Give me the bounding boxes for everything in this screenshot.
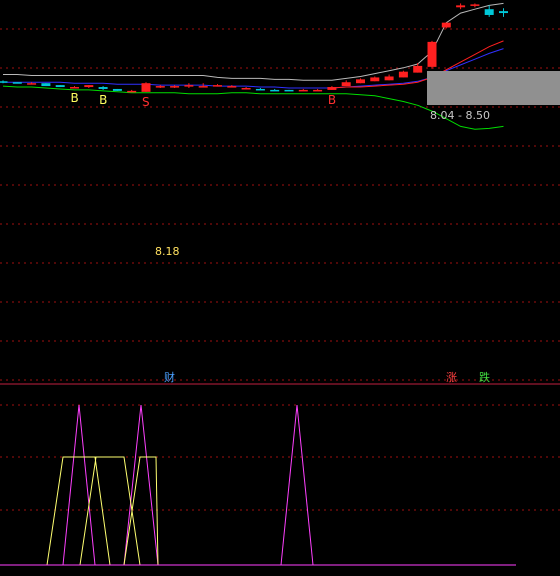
candle-body <box>213 85 222 87</box>
candle-body <box>456 5 466 8</box>
candle-body <box>298 89 308 92</box>
candle-body <box>427 41 437 67</box>
candle-body <box>356 79 365 84</box>
signal-mark: B <box>328 93 336 107</box>
signal-mark: B <box>99 93 107 107</box>
candle-body <box>84 85 94 88</box>
candle-body <box>0 81 8 83</box>
indicator-plateau <box>46 456 111 566</box>
candle-body <box>184 85 194 87</box>
candle-body <box>255 88 265 91</box>
candle-body <box>413 65 423 73</box>
candle-body <box>241 88 251 90</box>
indicator-plateau <box>123 456 159 566</box>
price-range-box <box>427 71 560 105</box>
price-range-label: 8.04 - 8.50 <box>430 109 490 122</box>
signal-mark: B <box>71 91 79 105</box>
candle-body <box>170 86 180 88</box>
kline-chart-window: B B S B 8.04 - 8.50 财 涨 跌 8.18 <box>0 0 560 572</box>
candle-body <box>12 82 22 84</box>
candle-body <box>270 89 280 92</box>
candle-body <box>70 87 79 89</box>
candle-body <box>327 87 337 90</box>
candle-body <box>27 83 37 85</box>
candle-body <box>470 4 480 6</box>
candle-body <box>198 86 208 88</box>
candle-body <box>313 89 323 92</box>
candle-body <box>112 88 122 91</box>
price-chart[interactable]: B B S B 8.04 - 8.50 财 涨 跌 8.18 <box>0 0 560 572</box>
candle-body <box>41 83 51 87</box>
cai-label[interactable]: 财 <box>164 370 175 384</box>
candle-body <box>141 83 151 92</box>
indicator-spike <box>62 404 96 566</box>
candle-body <box>227 86 237 88</box>
indicator-panel <box>0 404 516 566</box>
boll-upper-line <box>3 2 504 81</box>
zhang-label[interactable]: 涨 <box>446 371 457 384</box>
candle-body <box>341 82 351 87</box>
candle-body <box>155 86 165 88</box>
candle-body <box>370 77 380 82</box>
candle-body <box>441 22 451 28</box>
candle-body <box>484 9 494 15</box>
candle-body <box>98 87 108 89</box>
candle-body <box>384 76 394 81</box>
signal-mark: S <box>142 95 150 109</box>
indicator-spike <box>280 404 314 566</box>
indicator-plateau <box>79 456 141 566</box>
pointer-value: 8.18 <box>155 245 180 258</box>
candle-body <box>55 85 65 88</box>
candle-body <box>127 90 137 93</box>
candle-body <box>398 71 408 78</box>
candle-body <box>499 11 508 14</box>
indicator-spike <box>123 404 159 566</box>
candle-body <box>284 89 294 92</box>
die-label[interactable]: 跌 <box>479 370 490 384</box>
